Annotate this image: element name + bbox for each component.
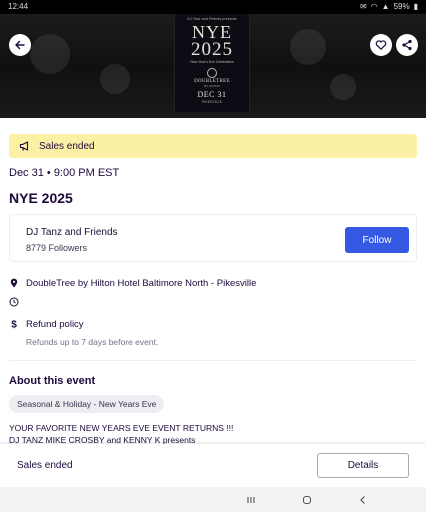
refund-policy-title: Refund policy <box>26 319 84 330</box>
organizer-name[interactable]: DJ Tanz and Friends <box>26 227 118 238</box>
location-pin-icon <box>10 278 18 288</box>
battery-text: 59% <box>393 2 410 11</box>
event-poster: DJ Tanz and Friends presents NYE 2025 Ne… <box>174 14 250 112</box>
dollar-icon: $ <box>11 320 17 330</box>
home-button[interactable] <box>299 492 315 508</box>
bokeh-light <box>100 64 130 94</box>
organizer-followers: 8779 Followers <box>26 243 88 253</box>
follow-button[interactable]: Follow <box>345 227 409 253</box>
poster-year: 2025 <box>191 39 233 60</box>
sales-status: Sales ended <box>17 460 73 471</box>
bokeh-light <box>30 34 70 74</box>
recent-apps-icon <box>247 497 255 503</box>
wifi-icon: ◠ <box>370 1 378 11</box>
status-time: 12:44 <box>8 2 29 11</box>
bokeh-light <box>290 29 326 65</box>
poster-footer: PIKESVILLE <box>202 100 222 104</box>
doubletree-logo-icon <box>207 68 217 78</box>
megaphone-icon <box>19 141 29 151</box>
organizer-card[interactable]: DJ Tanz and Friends 8779 Followers Follo… <box>9 214 417 262</box>
event-location[interactable]: DoubleTree by Hilton Hotel Baltimore Nor… <box>26 278 256 289</box>
status-bar: 12:44 ✉ ◠ ▲ 59% ▮ <box>0 0 426 14</box>
recent-apps-button[interactable] <box>243 492 259 508</box>
hero-image: DJ Tanz and Friends presents NYE 2025 Ne… <box>0 14 426 118</box>
section-divider <box>9 360 417 361</box>
poster-tag: DJ Tanz and Friends presents <box>187 17 237 21</box>
about-heading: About this event <box>9 375 96 387</box>
back-button[interactable] <box>9 34 31 56</box>
svg-text:$: $ <box>11 320 17 330</box>
mail-icon: ✉ <box>359 1 367 11</box>
chevron-left-icon <box>360 496 365 504</box>
poster-brand-sub: BY HILTON <box>204 84 220 88</box>
status-icons: ✉ ◠ ▲ 59% ▮ <box>360 2 418 11</box>
clock-icon <box>9 297 19 307</box>
refund-policy-text: Refunds up to 7 days before event. <box>26 337 159 347</box>
system-nav-bar <box>0 487 426 512</box>
arrow-left-icon <box>15 40 25 50</box>
signal-icon: ▲ <box>381 1 390 11</box>
bottom-action-bar: Sales ended Details <box>0 444 426 487</box>
share-icon <box>402 39 412 51</box>
event-date-time: Dec 31 • 9:00 PM EST <box>9 167 120 179</box>
heart-icon <box>375 40 387 50</box>
about-description-line: YOUR FAVORITE NEW YEARS EVE EVENT RETURN… <box>9 423 234 433</box>
like-button[interactable] <box>370 34 392 56</box>
bokeh-light <box>330 74 356 100</box>
banner-text: Sales ended <box>39 140 95 152</box>
home-icon <box>302 495 312 505</box>
poster-subtitle: New Year's Eve Celebration <box>190 60 234 64</box>
system-back-button[interactable] <box>355 492 371 508</box>
event-screen: 12:44 ✉ ◠ ▲ 59% ▮ DJ Tanz and Friends pr… <box>0 0 426 512</box>
share-button[interactable] <box>396 34 418 56</box>
category-chip[interactable]: Seasonal & Holiday - New Years Eve <box>9 395 165 413</box>
details-button[interactable]: Details <box>317 453 409 478</box>
battery-icon: ▮ <box>413 1 418 11</box>
sales-ended-banner: Sales ended <box>9 134 417 158</box>
event-title: NYE 2025 <box>9 190 73 206</box>
poster-date: DEC 31 <box>197 90 227 99</box>
